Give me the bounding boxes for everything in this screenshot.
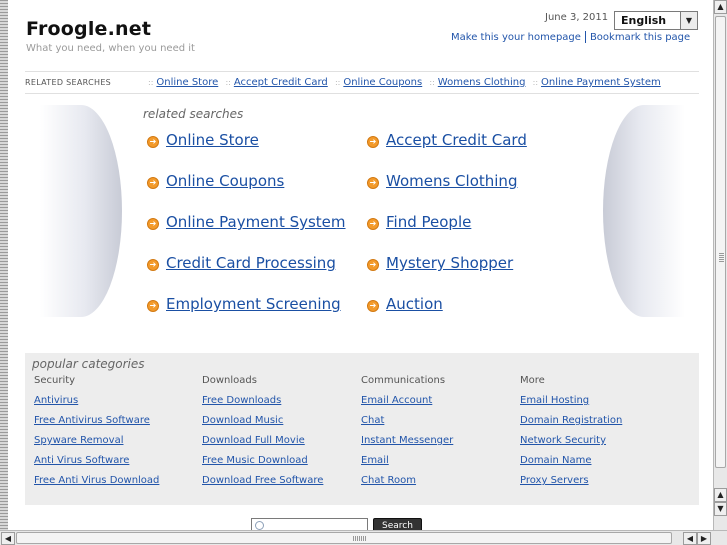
bookmark-link[interactable]: Bookmark this page	[590, 32, 690, 43]
related-search-item: ➔ Find People	[367, 213, 471, 231]
related-search-item: ➔ Mystery Shopper	[367, 254, 513, 272]
horizontal-scroll-thumb[interactable]	[16, 532, 672, 544]
arrow-circle-right-icon: ➔	[367, 300, 379, 312]
scroll-left-icon[interactable]: ◀	[1, 532, 15, 545]
vertical-scrollbar[interactable]: ▲ ▲ ▼	[713, 0, 727, 530]
category-link[interactable]: Proxy Servers	[520, 475, 622, 495]
related-searches-bar: RELATED SEARCHES :: Online Store :: Accept…	[25, 71, 699, 94]
site-logo[interactable]: Froogle.net	[26, 18, 151, 40]
site-tagline: What you need, when you need it	[26, 43, 195, 54]
popular-categories-panel: popular categories Security Antivirus Fr…	[25, 353, 699, 505]
related-search-link[interactable]: Auction	[386, 295, 443, 313]
related-bar-label: RELATED SEARCHES	[25, 78, 112, 87]
category-link[interactable]: Free Anti Virus Download	[34, 475, 159, 495]
category-link[interactable]: Download Full Movie	[202, 435, 323, 455]
category-title: Downloads	[202, 375, 257, 386]
scroll-left-icon[interactable]: ◀	[683, 532, 697, 545]
related-bar-link[interactable]: Online Payment System	[541, 77, 661, 88]
arrow-circle-right-icon: ➔	[367, 177, 379, 189]
vertical-scroll-thumb[interactable]	[715, 16, 726, 468]
language-select[interactable]: English ▼	[614, 11, 698, 30]
related-search-item: ➔ Credit Card Processing	[147, 254, 336, 272]
decorative-globe-left	[40, 105, 122, 317]
category-link[interactable]: Email Hosting	[520, 395, 622, 415]
category-column-more: More Email Hosting Domain Registration N…	[520, 375, 622, 495]
magnifier-icon	[255, 521, 264, 530]
category-link[interactable]: Instant Messenger	[361, 435, 453, 455]
popular-categories-heading: popular categories	[32, 357, 145, 371]
scroll-right-icon[interactable]: ▶	[697, 532, 711, 545]
arrow-circle-right-icon: ➔	[147, 177, 159, 189]
arrow-circle-right-icon: ➔	[147, 218, 159, 230]
related-search-link[interactable]: Online Store	[166, 131, 259, 149]
decorative-globe-right	[603, 105, 685, 317]
category-link[interactable]: Free Downloads	[202, 395, 323, 415]
arrow-circle-right-icon: ➔	[147, 136, 159, 148]
related-search-link[interactable]: Mystery Shopper	[386, 254, 513, 272]
related-bar-link[interactable]: Accept Credit Card	[234, 77, 328, 88]
arrow-circle-right-icon: ➔	[367, 136, 379, 148]
category-link[interactable]: Chat	[361, 415, 453, 435]
related-search-item: ➔ Online Payment System	[147, 213, 346, 231]
category-column-security: Security Antivirus Free Antivirus Softwa…	[34, 375, 159, 495]
related-search-link[interactable]: Online Payment System	[166, 213, 346, 231]
category-link[interactable]: Spyware Removal	[34, 435, 159, 455]
related-bar-link[interactable]: Online Store	[156, 77, 218, 88]
chevron-down-icon[interactable]: ▼	[680, 12, 697, 29]
category-link[interactable]: Chat Room	[361, 475, 453, 495]
related-search-link[interactable]: Womens Clothing	[386, 172, 517, 190]
grip-icon	[353, 536, 367, 541]
link-separator	[584, 31, 586, 43]
window-edge	[0, 0, 8, 530]
related-search-link[interactable]: Find People	[386, 213, 471, 231]
make-homepage-link[interactable]: Make this your homepage	[451, 32, 581, 43]
category-title: More	[520, 375, 545, 386]
category-column-downloads: Downloads Free Downloads Download Music …	[202, 375, 323, 495]
category-link[interactable]: Email Account	[361, 395, 453, 415]
arrow-circle-right-icon: ➔	[367, 218, 379, 230]
category-link[interactable]: Anti Virus Software	[34, 455, 159, 475]
category-column-communications: Communications Email Account Chat Instan…	[361, 375, 453, 495]
category-link[interactable]: Network Security	[520, 435, 622, 455]
related-bar-link[interactable]: Online Coupons	[343, 77, 422, 88]
scroll-down-icon[interactable]: ▼	[714, 502, 727, 516]
related-search-link[interactable]: Credit Card Processing	[166, 254, 336, 272]
category-link[interactable]: Antivirus	[34, 395, 159, 415]
category-link[interactable]: Free Music Download	[202, 455, 323, 475]
related-search-item: ➔ Employment Screening	[147, 295, 341, 313]
related-bar-link[interactable]: Womens Clothing	[438, 77, 526, 88]
related-search-link[interactable]: Online Coupons	[166, 172, 284, 190]
top-links: Make this your homepage Bookmark this pag…	[451, 31, 690, 43]
language-value: English	[621, 14, 667, 27]
category-link[interactable]: Download Free Software	[202, 475, 323, 495]
category-link[interactable]: Domain Registration	[520, 415, 622, 435]
category-link[interactable]: Domain Name	[520, 455, 622, 475]
arrow-circle-right-icon: ➔	[147, 300, 159, 312]
grip-icon	[719, 253, 724, 263]
arrow-circle-right-icon: ➔	[147, 259, 159, 271]
category-link[interactable]: Email	[361, 455, 453, 475]
scroll-up-icon[interactable]: ▲	[714, 0, 727, 14]
related-search-item: ➔ Womens Clothing	[367, 172, 517, 190]
category-link[interactable]: Free Antivirus Software	[34, 415, 159, 435]
related-search-item: ➔ Online Coupons	[147, 172, 284, 190]
related-search-item: ➔ Auction	[367, 295, 443, 313]
category-title: Communications	[361, 375, 446, 386]
horizontal-scrollbar[interactable]: ◀ ◀ ▶	[0, 530, 727, 545]
related-searches-heading: related searches	[143, 107, 244, 121]
arrow-circle-right-icon: ➔	[367, 259, 379, 271]
related-bar-links: :: Online Store :: Accept Credit Card :: On…	[148, 77, 661, 88]
current-date: June 3, 2011	[545, 12, 609, 23]
category-title: Security	[34, 375, 76, 386]
related-search-link[interactable]: Employment Screening	[166, 295, 341, 313]
related-search-item: ➔ Online Store	[147, 131, 259, 149]
category-link[interactable]: Download Music	[202, 415, 323, 435]
related-search-link[interactable]: Accept Credit Card	[386, 131, 527, 149]
related-search-item: ➔ Accept Credit Card	[367, 131, 527, 149]
scroll-up-icon[interactable]: ▲	[714, 488, 727, 502]
